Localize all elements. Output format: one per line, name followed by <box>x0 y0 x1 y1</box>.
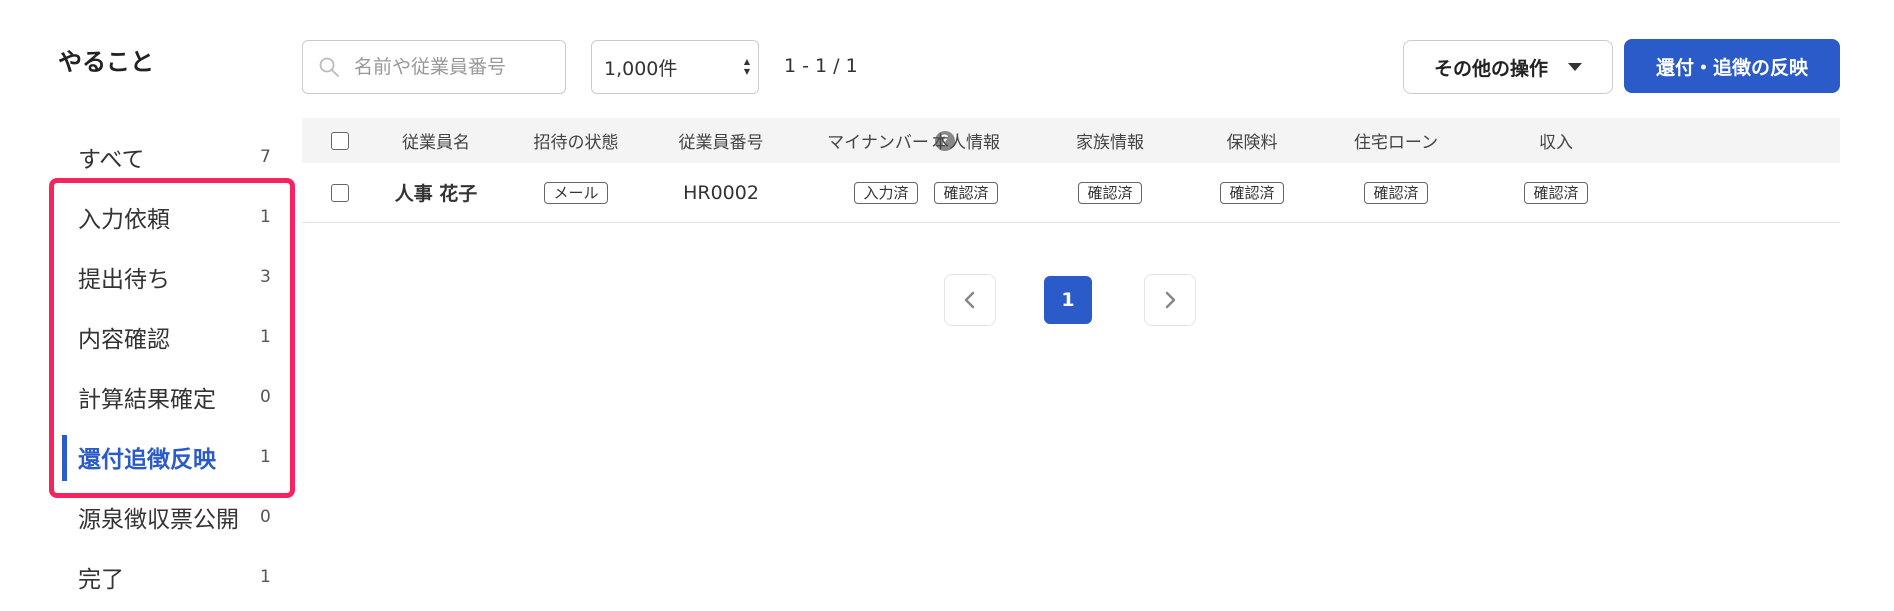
income-cell: 確認済 <box>1486 163 1626 222</box>
sidebar-item-label: 還付追徴反映 <box>78 447 216 473</box>
page-button-current[interactable]: 1 <box>1044 276 1092 324</box>
insurance-status-badge: 確認済 <box>1220 181 1284 204</box>
apply-refund-label: 還付・追徴の反映 <box>1655 56 1808 79</box>
invite-cell: メール <box>506 163 646 222</box>
sidebar-item-count: 0 <box>260 387 271 407</box>
table-row[interactable]: 人事 花子 メール HR0002 入力済 確認済 確認済 確認済 確認済 確認済 <box>302 163 1840 223</box>
next-page-button[interactable] <box>1144 274 1196 326</box>
sidebar-list: すべて 7 入力依頼 1 提出待ち 3 内容確認 1 計算結果確定 0 還付追徴… <box>49 127 300 607</box>
search-input[interactable] <box>354 56 544 78</box>
header-income: 収入 <box>1539 133 1573 153</box>
other-actions-button[interactable]: その他の操作 <box>1403 40 1613 94</box>
sidebar-item-count: 1 <box>260 327 271 347</box>
sidebar-item-count: 1 <box>260 567 271 587</box>
sidebar-item-all[interactable]: すべて 7 <box>50 127 300 187</box>
loan-cell: 確認済 <box>1326 163 1466 222</box>
sidebar-item-count: 1 <box>260 447 271 467</box>
row-checkbox[interactable] <box>331 183 349 202</box>
loan-status-badge: 確認済 <box>1364 181 1428 204</box>
employee-table: 従業員名 招待の状態 従業員番号 マイナンバー ? 本人情報 家族情報 保険料 … <box>302 118 1840 223</box>
apply-refund-button[interactable]: 還付・追徴の反映 <box>1624 39 1840 93</box>
sidebar-item-awaiting-submission[interactable]: 提出待ち 3 <box>50 247 300 307</box>
sidebar-item-label: 入力依頼 <box>78 207 170 233</box>
header-name[interactable]: 従業員名 <box>366 118 506 163</box>
select-all-cell <box>320 118 360 163</box>
select-all-checkbox[interactable] <box>331 131 349 150</box>
insurance-cell: 確認済 <box>1182 163 1322 222</box>
header-personal: 本人情報 <box>932 133 1000 153</box>
other-actions-label: その他の操作 <box>1433 57 1548 80</box>
prev-page-button[interactable] <box>944 274 996 326</box>
sidebar-item-count: 3 <box>260 267 271 287</box>
personal-cell: 確認済 <box>896 163 1036 222</box>
employee-name[interactable]: 人事 花子 <box>366 163 506 222</box>
result-range: 1 - 1 / 1 <box>784 55 858 77</box>
row-select-cell <box>320 163 360 222</box>
table-header: 従業員名 招待の状態 従業員番号 マイナンバー ? 本人情報 家族情報 保険料 … <box>302 118 1840 163</box>
sidebar-item-count: 0 <box>260 507 271 527</box>
sidebar-item-label: 完了 <box>78 567 124 593</box>
personal-status-badge: 確認済 <box>934 181 998 204</box>
sidebar-item-complete[interactable]: 完了 1 <box>50 547 300 607</box>
sidebar-item-refund-reflection[interactable]: 還付追徴反映 1 <box>50 427 300 487</box>
sidebar-item-label: 計算結果確定 <box>78 387 216 413</box>
sidebar-item-label: 内容確認 <box>78 327 170 353</box>
header-loan: 住宅ローン <box>1353 133 1439 153</box>
toolbar: 1,000件 ▲▼ 1 - 1 / 1 その他の操作 還付・追徴の反映 <box>302 38 1840 94</box>
sidebar-item-count: 1 <box>260 207 271 227</box>
header-invite[interactable]: 招待の状態 <box>506 118 646 163</box>
sidebar-item-count: 7 <box>260 147 271 167</box>
caret-down-icon <box>1568 63 1582 71</box>
sidebar-item-label: すべて <box>78 147 145 173</box>
header-number[interactable]: 従業員番号 <box>646 118 796 163</box>
sidebar-item-input-request[interactable]: 入力依頼 1 <box>50 187 300 247</box>
per-page-value: 1,000件 <box>604 57 678 80</box>
select-arrows-icon: ▲ ▼ <box>743 57 750 76</box>
family-cell: 確認済 <box>1040 163 1180 222</box>
sidebar-item-label: 提出待ち <box>78 267 170 293</box>
header-family: 家族情報 <box>1076 133 1144 153</box>
sidebar-title: やること <box>58 48 154 76</box>
sidebar-item-withholding-publish[interactable]: 源泉徴収票公開 0 <box>50 487 300 547</box>
chevron-left-icon <box>964 291 975 309</box>
sidebar-item-content-review[interactable]: 内容確認 1 <box>50 307 300 367</box>
income-status-badge: 確認済 <box>1524 181 1588 204</box>
invite-status-badge: メール <box>544 181 608 204</box>
sidebar-item-label: 源泉徴収票公開 <box>78 507 239 533</box>
employee-number: HR0002 <box>683 181 759 204</box>
chevron-right-icon <box>1165 291 1176 309</box>
sidebar-item-calculation-confirm[interactable]: 計算結果確定 0 <box>50 367 300 427</box>
per-page-select[interactable]: 1,000件 ▲ ▼ <box>591 40 759 94</box>
pagination: 1 <box>944 274 1198 326</box>
family-status-badge: 確認済 <box>1078 181 1142 204</box>
search-box[interactable] <box>302 40 566 94</box>
header-insurance: 保険料 <box>1226 133 1278 153</box>
search-icon <box>319 57 339 77</box>
